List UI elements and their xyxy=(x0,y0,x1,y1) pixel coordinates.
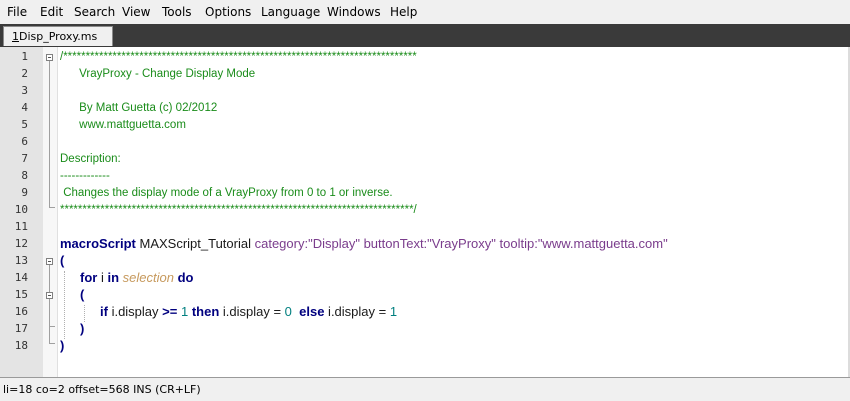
code-line-9: Changes the display mode of a VrayProxy … xyxy=(60,184,393,201)
status-text: li=18 co=2 offset=568 INS (CR+LF) xyxy=(3,383,201,396)
keyword: if xyxy=(100,304,108,319)
line-number: 5 xyxy=(21,118,28,131)
line-number-gutter: 1 2 3 4 5 6 7 8 9 10 11 12 13 14 15 16 1… xyxy=(0,47,43,377)
menu-help[interactable]: Help xyxy=(390,5,417,19)
comment-text: Changes the display mode of a VrayProxy … xyxy=(60,187,393,199)
comment-text: ------------- xyxy=(60,170,110,182)
menu-file[interactable]: File xyxy=(7,5,27,19)
tab-label: Disp_Proxy.ms xyxy=(19,30,98,43)
menu-language[interactable]: Language xyxy=(261,5,320,19)
keyword: in xyxy=(107,270,120,285)
code-editor[interactable]: 1 2 3 4 5 6 7 8 9 10 11 12 13 14 15 16 1… xyxy=(0,47,850,377)
keyword: for xyxy=(80,270,98,285)
paren-open: ( xyxy=(80,287,85,302)
fold-toggle-icon[interactable] xyxy=(46,292,53,299)
comment-text: /***************************************… xyxy=(60,51,417,63)
line-number: 3 xyxy=(21,84,28,97)
fold-toggle-icon[interactable] xyxy=(46,258,53,265)
fold-margin xyxy=(43,47,58,377)
paren-close: ) xyxy=(80,321,85,336)
code-line-18: ) xyxy=(60,337,64,354)
menu-tools[interactable]: Tools xyxy=(162,5,192,19)
indent-guide xyxy=(64,271,65,339)
line-number: 18 xyxy=(14,339,28,352)
comment-text: VrayProxy - Change Display Mode xyxy=(60,68,256,80)
line-number: 9 xyxy=(21,186,28,199)
code-line-15: ( xyxy=(80,286,84,303)
fold-end-line xyxy=(49,343,55,344)
string-literal: "Display" xyxy=(308,236,360,251)
tab-bar: 1Disp_Proxy.ms xyxy=(0,24,850,48)
keyword: do xyxy=(177,270,194,285)
menu-bar: File Edit Search View Tools Options Lang… xyxy=(0,0,850,24)
identifier: i.display = xyxy=(219,304,285,319)
fold-end-line xyxy=(49,326,55,327)
comment-text: Description: xyxy=(60,153,121,165)
identifier: selection xyxy=(119,270,178,285)
keyword: macroScript xyxy=(60,236,136,251)
comment-text: www.mattguetta.com xyxy=(60,119,186,131)
code-line-12: macroScript MAXScript_Tutorial category:… xyxy=(60,235,668,252)
code-line-8: ------------- xyxy=(60,167,110,184)
menu-view[interactable]: View xyxy=(122,5,150,19)
line-number: 4 xyxy=(21,101,28,114)
number-literal: 1 xyxy=(177,304,192,319)
line-number: 12 xyxy=(14,237,28,250)
code-line-14: for i in selection do xyxy=(80,269,193,286)
paren-open: ( xyxy=(60,253,65,268)
line-number: 7 xyxy=(21,152,28,165)
parameter: tooltip: xyxy=(495,236,538,251)
line-number: 16 xyxy=(14,305,28,318)
identifier: i xyxy=(97,270,108,285)
parameter: buttonText: xyxy=(359,236,428,251)
menu-options[interactable]: Options xyxy=(205,5,251,19)
fold-toggle-icon[interactable] xyxy=(46,54,53,61)
keyword: then xyxy=(191,304,220,319)
line-number: 15 xyxy=(14,288,28,301)
identifier: i.display = xyxy=(324,304,390,319)
fold-line xyxy=(49,61,50,207)
line-number: 14 xyxy=(14,271,28,284)
comment-text: ****************************************… xyxy=(60,204,417,216)
menu-edit[interactable]: Edit xyxy=(40,5,63,19)
paren-close: ) xyxy=(60,338,65,353)
identifier: MAXScript_Tutorial xyxy=(135,236,255,251)
string-literal: "VrayProxy" xyxy=(427,236,496,251)
parameter: category: xyxy=(254,236,309,251)
code-line-1: /***************************************… xyxy=(60,48,417,65)
status-bar: li=18 co=2 offset=568 INS (CR+LF) xyxy=(0,377,850,401)
keyword: else xyxy=(291,304,325,319)
operator: >= xyxy=(162,304,178,319)
tab-disp-proxy[interactable]: 1Disp_Proxy.ms xyxy=(3,26,113,46)
number-literal: 0 xyxy=(284,304,292,319)
fold-end-line xyxy=(49,207,55,208)
menu-windows[interactable]: Windows xyxy=(327,5,381,19)
code-line-16: if i.display >= 1 then i.display = 0 els… xyxy=(100,303,397,320)
code-line-5: www.mattguetta.com xyxy=(60,116,186,133)
identifier: i.display xyxy=(107,304,163,319)
fold-line xyxy=(49,265,50,343)
code-line-2: VrayProxy - Change Display Mode xyxy=(60,65,255,82)
code-line-17: ) xyxy=(80,320,84,337)
line-number: 13 xyxy=(14,254,28,267)
string-literal: "www.mattguetta.com" xyxy=(537,236,668,251)
line-number: 6 xyxy=(21,135,28,148)
code-line-4: By Matt Guetta (c) 02/2012 xyxy=(60,99,217,116)
line-number: 2 xyxy=(21,67,28,80)
code-line-10: ****************************************… xyxy=(60,201,417,218)
line-number: 11 xyxy=(14,220,28,233)
code-line-13: ( xyxy=(60,252,64,269)
line-number: 17 xyxy=(14,322,28,335)
tab-number: 1 xyxy=(12,30,19,43)
line-number: 10 xyxy=(14,203,28,216)
code-line-7: Description: xyxy=(60,150,121,167)
number-literal: 1 xyxy=(389,304,398,319)
line-number: 1 xyxy=(21,50,28,63)
menu-search[interactable]: Search xyxy=(74,5,115,19)
comment-text: By Matt Guetta (c) 02/2012 xyxy=(60,102,218,114)
line-number: 8 xyxy=(21,169,28,182)
